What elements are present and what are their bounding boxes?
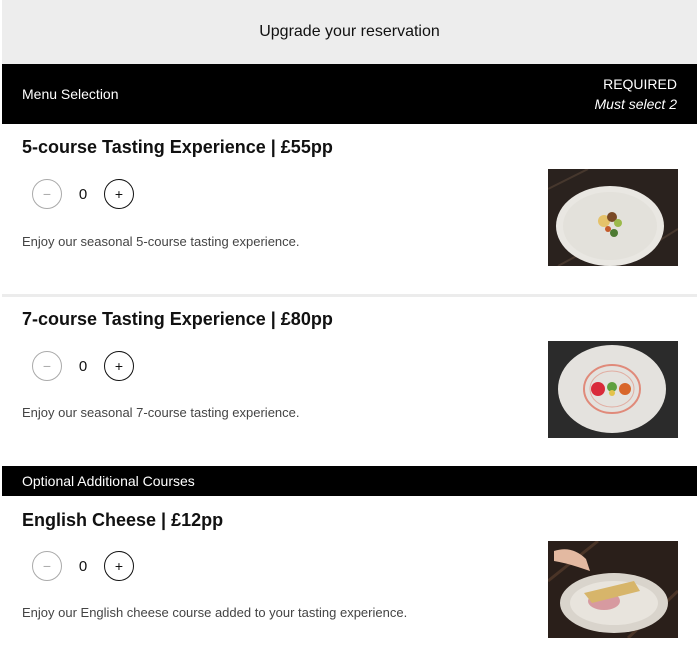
optional-courses-bar: Optional Additional Courses bbox=[2, 466, 697, 496]
increase-button[interactable]: + bbox=[104, 179, 134, 209]
item-title: English Cheese | £12pp bbox=[22, 510, 224, 530]
item-description: Enjoy our English cheese course added to… bbox=[22, 605, 408, 620]
item-title: 7-course Tasting Experience | £80pp bbox=[22, 309, 333, 329]
increase-button[interactable]: + bbox=[104, 551, 134, 581]
menu-selection-title: Menu Selection bbox=[22, 86, 119, 102]
menu-selection-bar: Menu Selection REQUIRED Must select 2 bbox=[2, 64, 697, 124]
item-title: 5-course Tasting Experience | £55pp bbox=[22, 137, 333, 157]
dish-photo bbox=[548, 541, 678, 638]
decrease-button[interactable]: − bbox=[32, 351, 62, 381]
page-title: Upgrade your reservation bbox=[259, 23, 440, 40]
item-description: Enjoy our seasonal 7-course tasting expe… bbox=[22, 405, 300, 420]
quantity-value: 0 bbox=[78, 557, 88, 575]
quantity-stepper: − 0 + bbox=[32, 551, 134, 581]
quantity-stepper: − 0 + bbox=[32, 179, 134, 209]
dish-photo bbox=[548, 169, 678, 266]
menu-item-5-course: 5-course Tasting Experience | £55pp − 0 … bbox=[2, 124, 697, 294]
menu-item-english-cheese: English Cheese | £12pp − 0 + Enjoy our E… bbox=[2, 496, 697, 666]
decrease-button[interactable]: − bbox=[32, 179, 62, 209]
item-description: Enjoy our seasonal 5-course tasting expe… bbox=[22, 234, 300, 249]
optional-courses-title: Optional Additional Courses bbox=[22, 473, 195, 489]
page-header: Upgrade your reservation bbox=[2, 0, 697, 64]
menu-item-7-course: 7-course Tasting Experience | £80pp − 0 … bbox=[2, 297, 697, 466]
quantity-value: 0 bbox=[78, 185, 88, 203]
required-note: Must select 2 bbox=[594, 96, 677, 112]
required-indicator: REQUIRED Must select 2 bbox=[595, 74, 677, 114]
quantity-stepper: − 0 + bbox=[32, 351, 134, 381]
increase-button[interactable]: + bbox=[104, 351, 134, 381]
required-label: REQUIRED bbox=[603, 76, 677, 92]
quantity-value: 0 bbox=[78, 357, 88, 375]
dish-photo bbox=[548, 341, 678, 438]
decrease-button[interactable]: − bbox=[32, 551, 62, 581]
